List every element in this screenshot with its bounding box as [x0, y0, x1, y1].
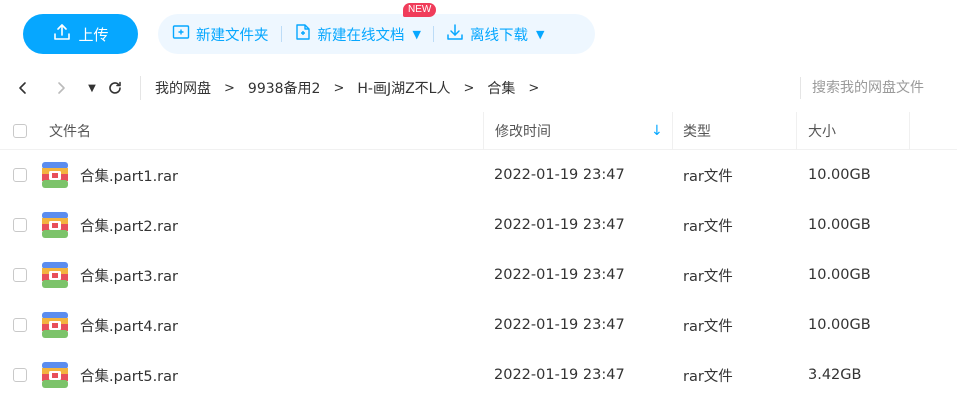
file-modified-time: 2022-01-19 23:47 — [494, 217, 625, 233]
breadcrumb-item[interactable]: 我的网盘 — [155, 78, 211, 98]
new-folder-icon — [172, 23, 190, 45]
row-checkbox[interactable] — [13, 368, 27, 382]
history-dropdown-icon[interactable]: ▼ — [83, 79, 101, 97]
rar-archive-icon — [42, 212, 68, 238]
select-all-checkbox[interactable] — [13, 124, 27, 138]
file-name[interactable]: 合集.part1.rar — [80, 150, 178, 200]
file-type: rar文件 — [683, 368, 733, 385]
breadcrumb-item[interactable]: H-画J湖Z不L人 — [357, 78, 450, 98]
upload-button[interactable]: 上传 — [23, 14, 138, 54]
table-header: 文件名 修改时间 ↓ 类型 大小 — [0, 112, 957, 150]
file-type: rar文件 — [683, 168, 733, 185]
chevron-right-icon: > — [463, 80, 475, 96]
file-type: rar文件 — [683, 318, 733, 335]
upload-icon — [52, 22, 72, 46]
file-modified-time: 2022-01-19 23:47 — [494, 167, 625, 183]
new-doc-icon — [294, 23, 312, 45]
column-divider — [483, 112, 484, 150]
chevron-right-icon: > — [333, 80, 345, 96]
rar-archive-icon — [42, 312, 68, 338]
rar-archive-icon — [42, 362, 68, 388]
divider — [140, 76, 141, 100]
file-name[interactable]: 合集.part2.rar — [80, 200, 178, 250]
search-input[interactable] — [812, 76, 952, 100]
file-type: rar文件 — [683, 218, 733, 235]
file-size: 10.00GB — [808, 267, 871, 283]
rar-archive-icon — [42, 262, 68, 288]
chevron-right-icon: > — [528, 80, 540, 96]
forward-icon[interactable] — [52, 79, 70, 97]
row-checkbox[interactable] — [13, 318, 27, 332]
column-divider — [796, 112, 797, 150]
file-name[interactable]: 合集.part5.rar — [80, 350, 178, 400]
breadcrumb-item-current[interactable]: 合集 — [487, 78, 515, 98]
breadcrumb-item[interactable]: 9938备用2 — [248, 78, 321, 98]
file-type: rar文件 — [683, 268, 733, 285]
divider — [800, 77, 801, 99]
back-icon[interactable] — [14, 79, 32, 97]
file-size: 10.00GB — [808, 317, 871, 333]
column-header-name[interactable]: 文件名 — [49, 112, 91, 150]
action-group: 新建文件夹 新建在线文档 ▼ 离线下载 ▼ NEW — [158, 3, 595, 54]
new-badge: NEW — [403, 3, 437, 17]
new-online-doc-button[interactable]: 新建在线文档 ▼ — [294, 23, 421, 45]
separator — [280, 26, 282, 42]
refresh-icon[interactable] — [106, 79, 124, 97]
chevron-right-icon: > — [224, 80, 235, 96]
file-name[interactable]: 合集.part4.rar — [80, 300, 178, 350]
separator — [432, 26, 434, 42]
column-divider — [672, 112, 673, 150]
file-table: 文件名 修改时间 ↓ 类型 大小 合集.part1.rar 2022-01-19… — [0, 112, 957, 400]
table-row[interactable]: 合集.part2.rar 2022-01-19 23:47 rar文件 10.0… — [0, 200, 957, 250]
new-online-doc-label: 新建在线文档 — [317, 27, 405, 44]
offline-download-button[interactable]: 离线下载 ▼ — [446, 23, 544, 45]
upload-label: 上传 — [78, 25, 109, 44]
new-folder-button[interactable]: 新建文件夹 — [172, 23, 269, 45]
file-size: 10.00GB — [808, 167, 871, 183]
row-checkbox[interactable] — [13, 168, 27, 182]
table-body: 合集.part1.rar 2022-01-19 23:47 rar文件 10.0… — [0, 150, 957, 400]
column-header-size[interactable]: 大小 — [808, 112, 836, 150]
table-row[interactable]: 合集.part3.rar 2022-01-19 23:47 rar文件 10.0… — [0, 250, 957, 300]
column-header-type[interactable]: 类型 — [683, 112, 711, 150]
file-name[interactable]: 合集.part3.rar — [80, 250, 178, 300]
row-checkbox[interactable] — [13, 268, 27, 282]
file-size: 3.42GB — [808, 367, 862, 383]
navigation-bar: ▼ 我的网盘 > 9938备用2 > H-画J湖Z不L人 > 合集 > — [0, 66, 957, 110]
caret-down-icon: ▼ — [412, 27, 421, 41]
file-modified-time: 2022-01-19 23:47 — [494, 317, 625, 333]
column-divider — [909, 112, 910, 150]
column-header-modified[interactable]: 修改时间 — [495, 112, 551, 150]
sort-descending-icon[interactable]: ↓ — [651, 123, 663, 139]
rar-archive-icon — [42, 162, 68, 188]
toolbar: 上传 新建文件夹 新建在线文档 ▼ 离线下载 ▼ NEW — [0, 0, 957, 66]
table-row[interactable]: 合集.part4.rar 2022-01-19 23:47 rar文件 10.0… — [0, 300, 957, 350]
table-row[interactable]: 合集.part1.rar 2022-01-19 23:47 rar文件 10.0… — [0, 150, 957, 200]
caret-down-icon: ▼ — [535, 27, 545, 41]
file-size: 10.00GB — [808, 217, 871, 233]
download-icon — [446, 23, 464, 45]
breadcrumb: 我的网盘 > 9938备用2 > H-画J湖Z不L人 > 合集 > — [155, 66, 552, 110]
offline-download-label: 离线下载 — [469, 27, 528, 44]
table-row[interactable]: 合集.part5.rar 2022-01-19 23:47 rar文件 3.42… — [0, 350, 957, 400]
row-checkbox[interactable] — [13, 218, 27, 232]
file-modified-time: 2022-01-19 23:47 — [494, 267, 625, 283]
new-folder-label: 新建文件夹 — [196, 27, 269, 44]
file-modified-time: 2022-01-19 23:47 — [494, 367, 625, 383]
